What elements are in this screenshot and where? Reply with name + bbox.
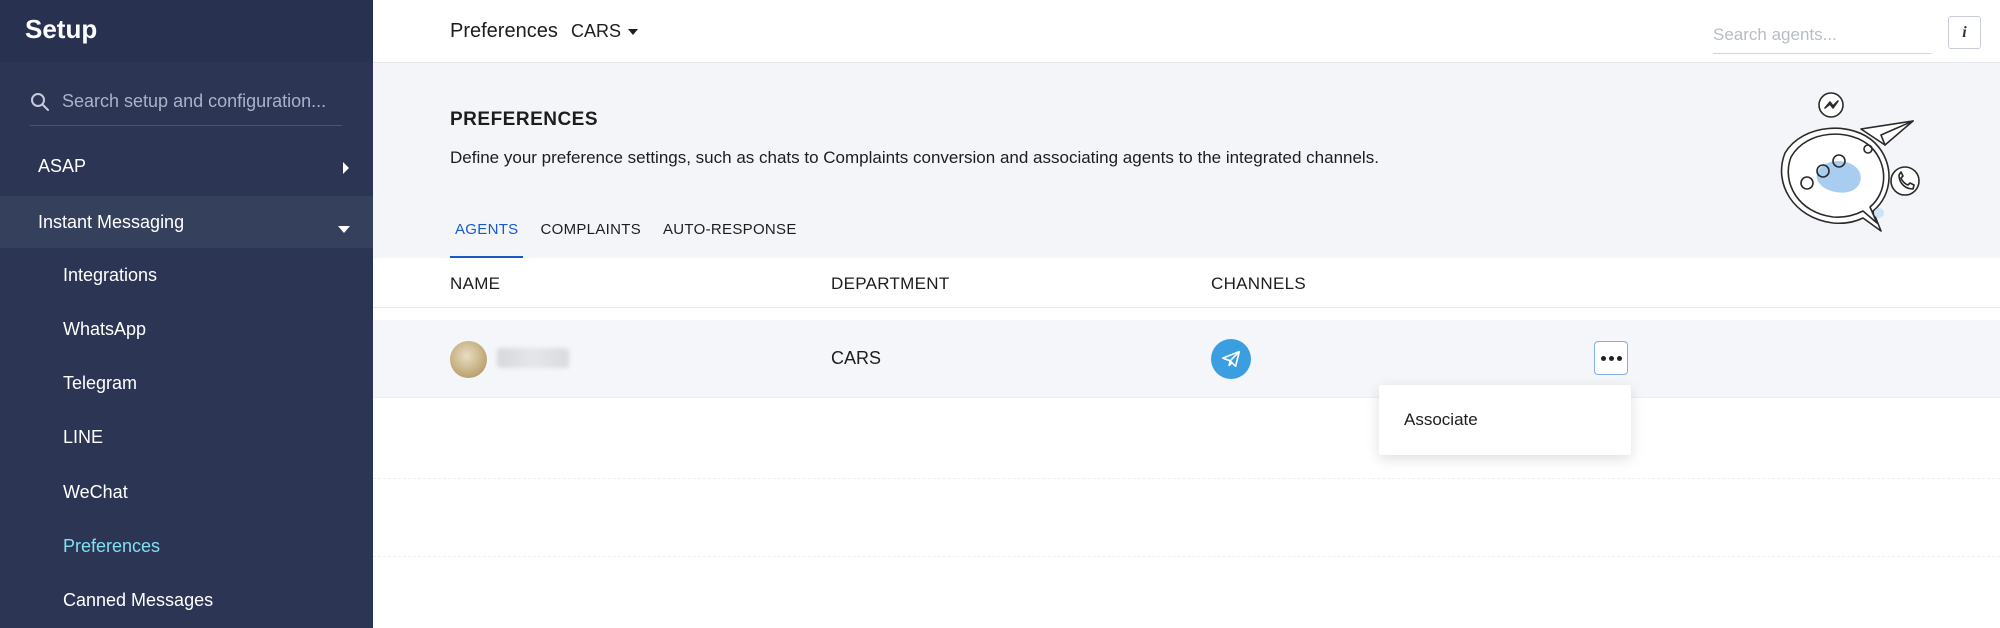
department-dropdown[interactable]: CARS <box>571 21 639 42</box>
sidebar-title: Setup <box>25 14 98 44</box>
caret-down-icon <box>628 28 639 35</box>
chevron-right-icon <box>341 159 351 180</box>
dot <box>1608 355 1614 361</box>
menu-item-associate[interactable]: Associate <box>1404 410 1478 430</box>
column-header-channels: CHANNELS <box>1211 274 1306 293</box>
sidebar-item-label: Canned Messages <box>63 589 214 610</box>
tab-complaints[interactable]: COMPLAINTS <box>535 221 646 258</box>
sidebar-item-label: WhatsApp <box>63 318 147 339</box>
department-dropdown-value: CARS <box>571 21 622 41</box>
table-header: NAME DEPARTMENT CHANNELS <box>373 258 2000 308</box>
divider <box>373 478 2000 479</box>
sidebar-item-label: ASAP <box>38 155 87 176</box>
sidebar-item-instant-messaging[interactable]: Instant Messaging <box>0 196 373 248</box>
sidebar-item-label: Integrations <box>63 264 158 285</box>
divider <box>373 556 2000 557</box>
sidebar-item-whatsapp[interactable]: WhatsApp <box>0 303 373 355</box>
page-title: Preferences <box>450 20 558 42</box>
dot <box>1616 355 1622 361</box>
sidebar: Setup ASAP Instant Messaging Integration… <box>0 0 373 628</box>
sidebar-search-input[interactable] <box>62 91 332 112</box>
section-heading: PREFERENCES <box>450 109 599 130</box>
sidebar-item-label: Telegram <box>63 372 138 393</box>
tab-auto-response[interactable]: AUTO-RESPONSE <box>658 221 802 258</box>
agent-search[interactable] <box>1713 16 1931 54</box>
chevron-down-icon <box>337 218 351 239</box>
page-header: PREFERENCES Define your preference setti… <box>373 63 2000 258</box>
department-cell: CARS <box>831 348 882 368</box>
search-icon <box>30 92 50 112</box>
sidebar-item-integrations[interactable]: Integrations <box>0 249 373 301</box>
avatar <box>450 341 487 378</box>
column-header-name: NAME <box>450 274 501 293</box>
agent-name-redacted <box>497 348 569 368</box>
sidebar-item-preferences[interactable]: Preferences <box>0 520 373 572</box>
sidebar-item-telegram[interactable]: Telegram <box>0 357 373 409</box>
sidebar-search[interactable] <box>30 78 342 126</box>
agent-search-input[interactable] <box>1713 16 1931 53</box>
sidebar-item-line[interactable]: LINE <box>0 411 373 463</box>
telegram-icon <box>1211 339 1251 379</box>
row-actions-menu: Associate <box>1379 385 1631 455</box>
dot <box>1600 355 1606 361</box>
more-options-button[interactable] <box>1594 341 1628 375</box>
chat-illustration <box>1763 83 1933 243</box>
info-icon: i <box>1962 23 1967 41</box>
sidebar-item-asap[interactable]: ASAP <box>0 140 373 192</box>
sidebar-item-label: Instant Messaging <box>38 211 185 232</box>
top-bar: Preferences CARS i <box>373 0 2000 63</box>
tab-agents[interactable]: AGENTS <box>450 221 524 258</box>
section-description: Define your preference settings, such as… <box>450 148 1379 167</box>
sidebar-item-canned-messages[interactable]: Canned Messages <box>0 574 373 626</box>
info-button[interactable]: i <box>1948 16 1981 49</box>
sidebar-item-wechat[interactable]: WeChat <box>0 466 373 518</box>
sidebar-item-label: LINE <box>63 426 104 447</box>
table-row: CARS <box>373 320 2000 398</box>
sidebar-item-label: Preferences <box>63 535 161 556</box>
column-header-department: DEPARTMENT <box>831 274 950 293</box>
tab-bar: AGENTS COMPLAINTS AUTO-RESPONSE <box>450 221 814 258</box>
sidebar-item-label: WeChat <box>63 481 128 502</box>
